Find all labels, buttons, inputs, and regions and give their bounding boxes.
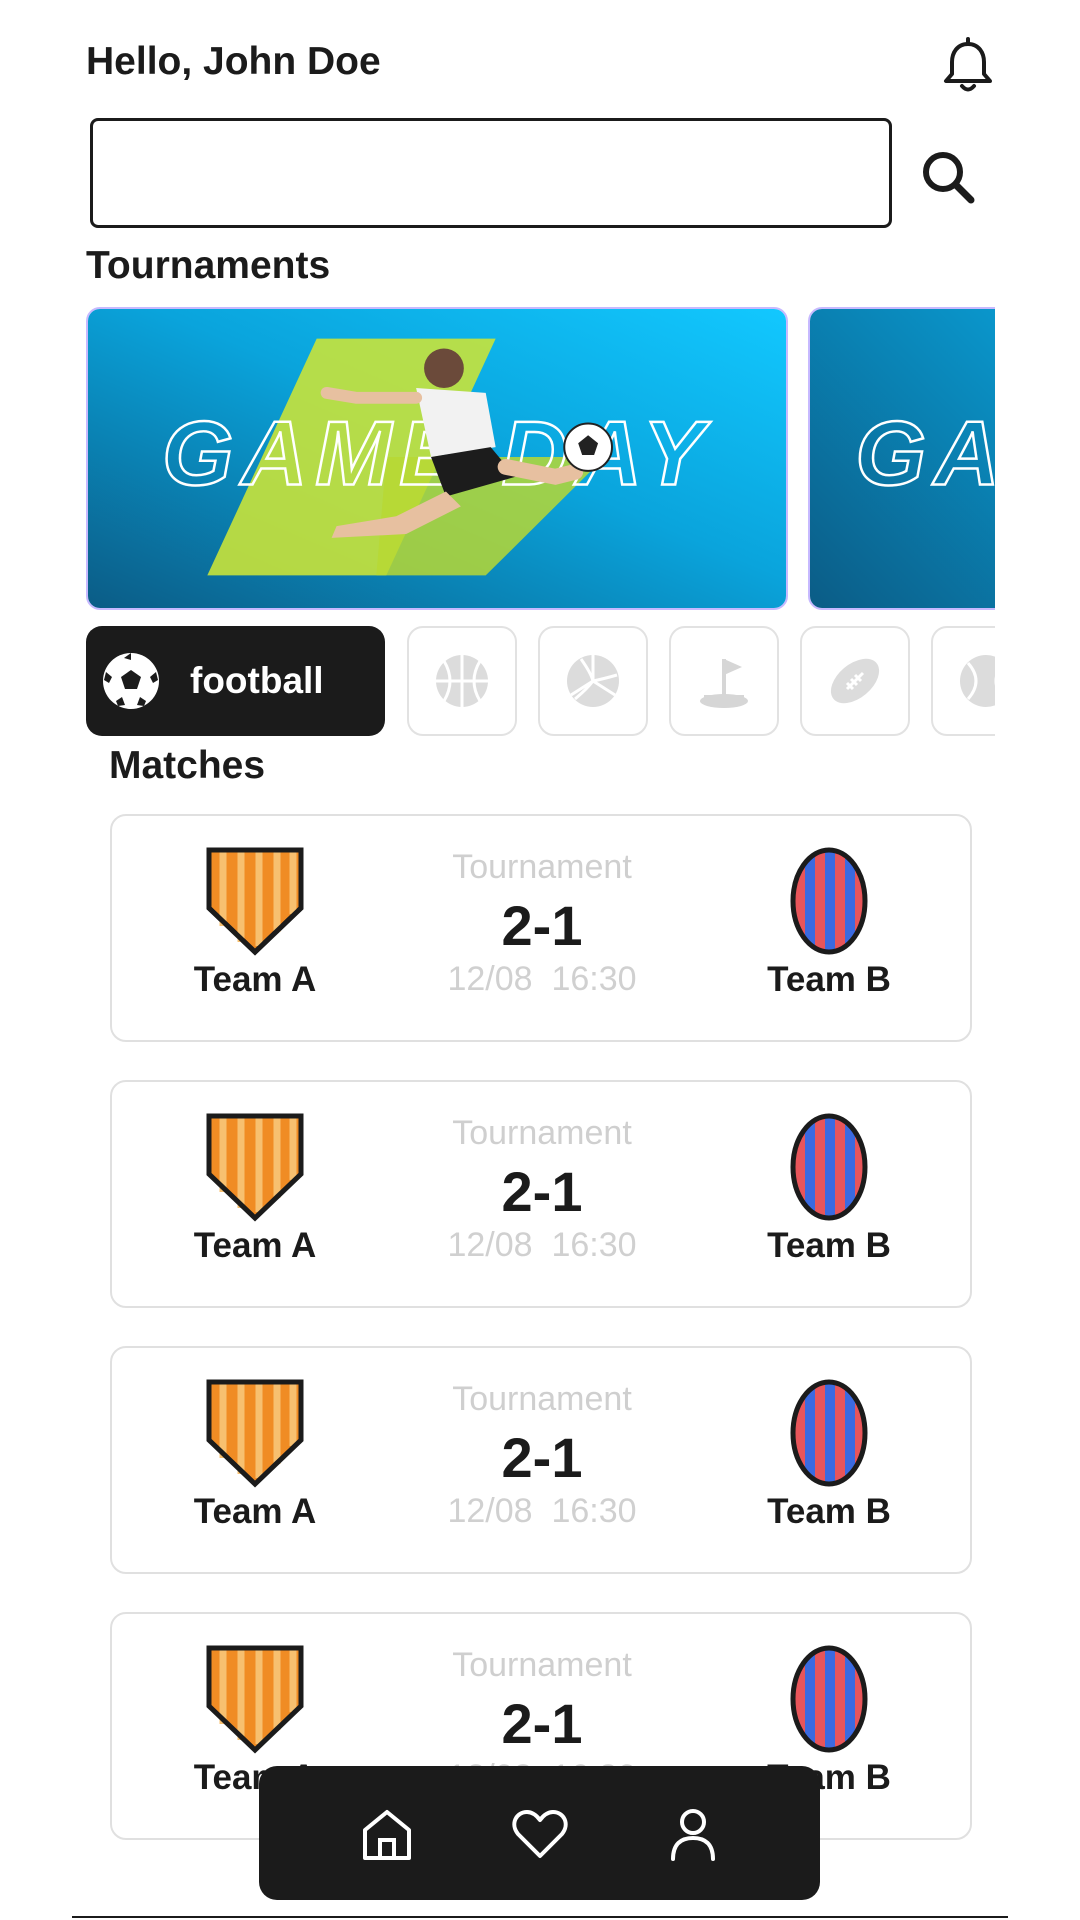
team-b-crest-icon	[790, 847, 868, 955]
sport-filter-bar[interactable]: football	[86, 626, 995, 738]
team-a-crest-icon	[206, 847, 304, 956]
team-a-crest-icon	[206, 1113, 304, 1222]
sport-chip-tennis[interactable]	[931, 626, 995, 736]
home-icon[interactable]	[357, 1804, 417, 1864]
team-a-crest-icon	[206, 1379, 304, 1488]
sport-chip-volleyball[interactable]	[538, 626, 648, 736]
team-b-name: Team B	[767, 1226, 891, 1265]
team-b-name: Team B	[767, 960, 891, 999]
sport-chip-american-football[interactable]	[800, 626, 910, 736]
match-date: 12/08	[447, 1226, 533, 1264]
banner-text: GAME DAY	[855, 404, 995, 505]
search-input[interactable]	[90, 118, 892, 228]
basketball-icon	[436, 655, 488, 707]
team-b-name: Team B	[767, 1492, 891, 1531]
match-tournament: Tournament	[452, 1646, 632, 1684]
tournament-banner[interactable]: GAME DAY	[808, 307, 995, 610]
user-icon[interactable]	[663, 1804, 723, 1864]
american-football-icon	[830, 658, 880, 704]
sport-chip-basketball[interactable]	[407, 626, 517, 736]
golf-icon	[700, 659, 748, 708]
tournaments-title: Tournaments	[86, 244, 331, 287]
tennis-ball-icon	[960, 655, 995, 707]
team-a-name: Team A	[193, 1492, 317, 1531]
greeting-text: Hello, John Doe	[86, 40, 381, 83]
search-icon[interactable]	[916, 145, 980, 209]
match-card[interactable]: Team A Tournament 2-1 12/08 16:30 Team B	[110, 814, 972, 1042]
volleyball-icon	[567, 655, 619, 707]
team-a-crest-icon	[206, 1645, 304, 1754]
team-a-name: Team A	[193, 1226, 317, 1265]
bell-icon[interactable]	[938, 36, 998, 96]
match-score: 2-1	[501, 1426, 583, 1489]
sport-chip-football[interactable]: football	[86, 626, 385, 736]
tournament-banner[interactable]: GAME DAY	[86, 307, 788, 610]
soccer-ball-icon	[103, 653, 159, 709]
team-a-name: Team A	[193, 960, 317, 999]
match-tournament: Tournament	[452, 1114, 632, 1152]
match-time: 16:30	[551, 1492, 637, 1530]
match-score: 2-1	[501, 894, 583, 957]
bottom-nav-bar	[259, 1766, 820, 1900]
home-indicator	[72, 1916, 1008, 1918]
match-time: 16:30	[551, 1226, 637, 1264]
team-b-crest-icon	[790, 1113, 868, 1221]
sport-chip-golf[interactable]	[669, 626, 779, 736]
matches-title: Matches	[109, 744, 266, 787]
match-date: 12/08	[447, 1492, 533, 1530]
match-score: 2-1	[501, 1692, 583, 1755]
match-date: 12/08	[447, 960, 533, 998]
match-card[interactable]: Team A Tournament 2-1 12/08 16:30 Team B	[110, 1346, 972, 1574]
match-tournament: Tournament	[452, 1380, 632, 1418]
team-b-crest-icon	[790, 1379, 868, 1487]
sport-chip-label: football	[190, 660, 324, 701]
team-b-crest-icon	[790, 1645, 868, 1753]
match-score: 2-1	[501, 1160, 583, 1223]
tournaments-carousel[interactable]: GAME DAY GAME DAY	[86, 307, 995, 612]
heart-icon[interactable]	[510, 1804, 570, 1864]
match-card[interactable]: Team A Tournament 2-1 12/08 16:30 Team B	[110, 1080, 972, 1308]
match-time: 16:30	[551, 960, 637, 998]
match-tournament: Tournament	[452, 848, 632, 886]
